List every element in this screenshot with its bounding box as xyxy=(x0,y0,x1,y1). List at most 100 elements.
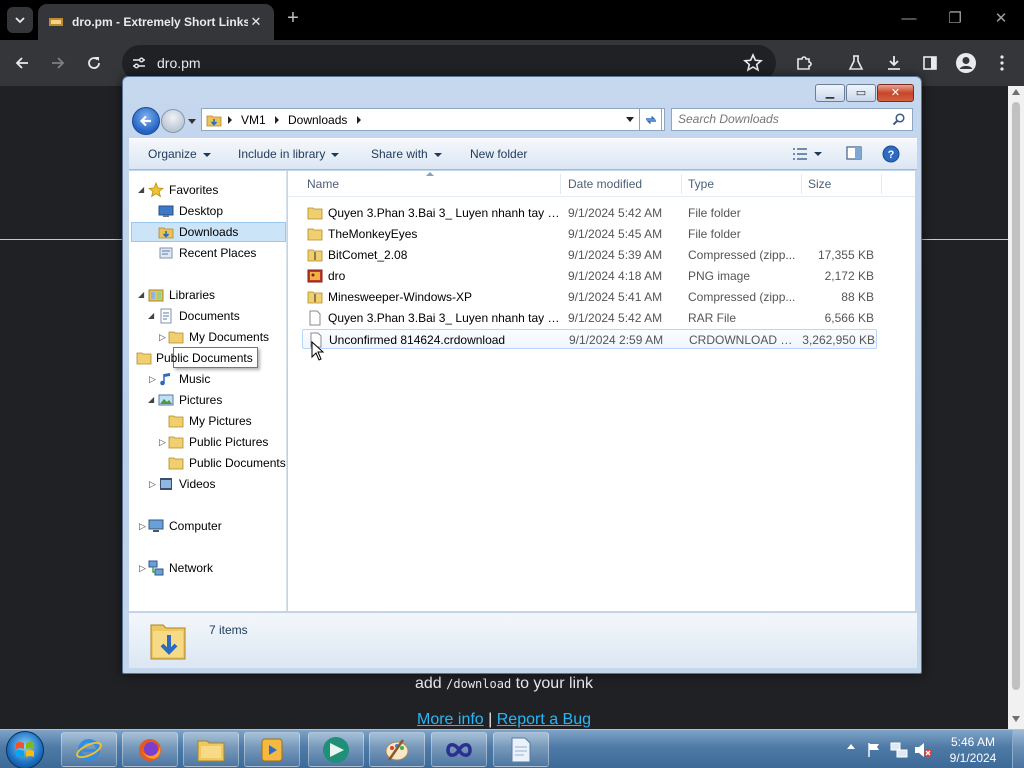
expand-triangle-icon[interactable]: ▷ xyxy=(149,479,157,490)
clock-time[interactable]: 5:46 AM xyxy=(940,735,1006,749)
nav-libraries[interactable]: Libraries xyxy=(148,285,215,305)
minimize-button[interactable]: — xyxy=(894,6,924,32)
expand-triangle-icon[interactable]: ▷ xyxy=(139,521,147,532)
nav-desktop[interactable]: Desktop xyxy=(158,201,223,221)
taskbar-media-player[interactable] xyxy=(244,732,300,767)
close-window-button[interactable]: ✕ xyxy=(986,6,1016,32)
start-button[interactable] xyxy=(6,731,44,768)
nav-music[interactable]: Music xyxy=(158,369,210,389)
search-icon[interactable] xyxy=(892,112,906,126)
taskbar-firefox[interactable] xyxy=(122,732,178,767)
nav-downloads[interactable]: Downloads xyxy=(158,222,238,242)
scroll-down-arrow-icon[interactable] xyxy=(1012,716,1020,722)
explorer-address-bar[interactable]: VM1 Downloads xyxy=(201,108,665,131)
breadcrumb-downloads[interactable]: Downloads xyxy=(288,113,347,127)
new-tab-button[interactable]: + xyxy=(282,8,304,30)
expand-triangle-icon[interactable]: ▷ xyxy=(159,332,167,343)
file-row[interactable]: Quyen 3.Phan 3.Bai 3_ Luyen nhanh tay ti… xyxy=(302,308,877,328)
nav-my-documents[interactable]: My Documents xyxy=(168,327,269,347)
clock-date[interactable]: 9/1/2024 xyxy=(940,751,1006,765)
tab-close-icon[interactable]: ✕ xyxy=(248,14,264,30)
file-row-hovered[interactable]: Unconfirmed 814624.crdownload 9/1/2024 2… xyxy=(302,329,877,349)
column-separator[interactable] xyxy=(681,174,682,194)
network-tray-icon[interactable] xyxy=(890,742,908,758)
breadcrumb-arrow-icon[interactable] xyxy=(357,116,361,124)
column-separator[interactable] xyxy=(881,174,882,194)
site-info-icon[interactable] xyxy=(130,54,148,72)
organize-menu[interactable]: Organize xyxy=(148,147,211,161)
file-row[interactable]: BitComet_2.08 9/1/2024 5:39 AM Compresse… xyxy=(302,245,877,265)
scroll-up-arrow-icon[interactable] xyxy=(1012,89,1020,95)
taskbar-windows-explorer[interactable] xyxy=(183,732,239,767)
collapse-triangle-icon[interactable]: ◢ xyxy=(148,395,156,404)
downloads-button[interactable] xyxy=(880,49,908,77)
explorer-forward-button[interactable] xyxy=(161,109,185,133)
column-separator[interactable] xyxy=(560,174,561,194)
preview-pane-button[interactable] xyxy=(846,146,862,163)
share-with-menu[interactable]: Share with xyxy=(371,147,442,161)
show-hidden-icons-icon[interactable] xyxy=(847,744,855,749)
collapse-triangle-icon[interactable]: ◢ xyxy=(138,290,146,299)
explorer-back-button[interactable] xyxy=(132,107,160,135)
column-header-type[interactable]: Type xyxy=(688,177,714,191)
column-separator[interactable] xyxy=(801,174,802,194)
taskbar-paint[interactable] xyxy=(369,732,425,767)
volume-muted-icon[interactable] xyxy=(914,742,932,758)
explorer-maximize-button[interactable]: ▭ xyxy=(846,84,876,102)
back-button[interactable] xyxy=(8,49,36,77)
show-desktop-button[interactable] xyxy=(1012,730,1024,768)
search-input[interactable] xyxy=(678,112,878,126)
nav-public-pictures[interactable]: Public Pictures xyxy=(168,432,268,452)
nav-public-documents-pictures[interactable]: Public Documents xyxy=(168,453,286,473)
help-button[interactable]: ? xyxy=(882,145,900,166)
breadcrumb-arrow-icon[interactable] xyxy=(275,116,279,124)
bookmark-star-icon[interactable] xyxy=(742,52,764,74)
nav-network[interactable]: Network xyxy=(148,558,213,578)
expand-triangle-icon[interactable]: ▷ xyxy=(159,437,167,448)
file-row[interactable]: Minesweeper-Windows-XP 9/1/2024 5:41 AM … xyxy=(302,287,877,307)
explorer-close-button[interactable]: ✕ xyxy=(877,84,914,102)
report-bug-link[interactable]: Report a Bug xyxy=(497,711,591,728)
collapse-triangle-icon[interactable]: ◢ xyxy=(148,311,156,320)
action-center-flag-icon[interactable] xyxy=(866,742,882,758)
change-view-button[interactable] xyxy=(792,146,822,161)
file-row[interactable]: dro 9/1/2024 4:18 AM PNG image 2,172 KB xyxy=(302,266,877,286)
page-scrollbar[interactable] xyxy=(1008,86,1024,729)
collapse-triangle-icon[interactable]: ◢ xyxy=(138,185,146,194)
breadcrumb-arrow-icon[interactable] xyxy=(228,116,232,124)
explorer-search-box[interactable] xyxy=(671,108,913,131)
expand-triangle-icon[interactable]: ▷ xyxy=(139,563,147,574)
more-info-link[interactable]: More info xyxy=(417,711,484,728)
taskbar-notepad[interactable] xyxy=(493,732,549,767)
scroll-thumb[interactable] xyxy=(1012,102,1020,690)
side-panel-button[interactable] xyxy=(916,49,944,77)
explorer-refresh-button[interactable] xyxy=(639,108,662,131)
column-header-size[interactable]: Size xyxy=(808,177,831,191)
include-in-library-menu[interactable]: Include in library xyxy=(238,147,340,161)
taskbar-app-infinity[interactable] xyxy=(431,732,487,767)
profile-button[interactable] xyxy=(952,49,980,77)
file-row[interactable]: Quyen 3.Phan 3.Bai 3_ Luyen nhanh tay ti… xyxy=(302,203,877,223)
taskbar-internet-explorer[interactable] xyxy=(61,732,117,767)
nav-documents[interactable]: Documents xyxy=(158,306,240,326)
column-header-name[interactable]: Name xyxy=(307,177,339,191)
restore-button[interactable]: ❐ xyxy=(940,6,970,32)
address-dropdown-icon[interactable] xyxy=(626,117,634,122)
nav-my-pictures[interactable]: My Pictures xyxy=(168,411,252,431)
breadcrumb-vm1[interactable]: VM1 xyxy=(241,113,266,127)
nav-computer[interactable]: Computer xyxy=(148,516,222,536)
expand-triangle-icon[interactable]: ▷ xyxy=(149,374,157,385)
nav-pictures[interactable]: Pictures xyxy=(158,390,222,410)
forward-button[interactable] xyxy=(44,49,72,77)
column-header-date-modified[interactable]: Date modified xyxy=(568,177,642,191)
new-folder-button[interactable]: New folder xyxy=(470,147,527,161)
explorer-minimize-button[interactable]: ▁ xyxy=(815,84,845,102)
labs-button[interactable] xyxy=(842,49,870,77)
reload-button[interactable] xyxy=(80,49,108,77)
recent-pages-dropdown-icon[interactable] xyxy=(188,119,196,124)
nav-recent-places[interactable]: Recent Places xyxy=(158,243,256,263)
extensions-button[interactable] xyxy=(790,49,818,77)
nav-favorites[interactable]: Favorites xyxy=(148,180,218,200)
taskbar-app-teal[interactable] xyxy=(308,732,364,767)
tab-search-button[interactable] xyxy=(7,7,33,33)
